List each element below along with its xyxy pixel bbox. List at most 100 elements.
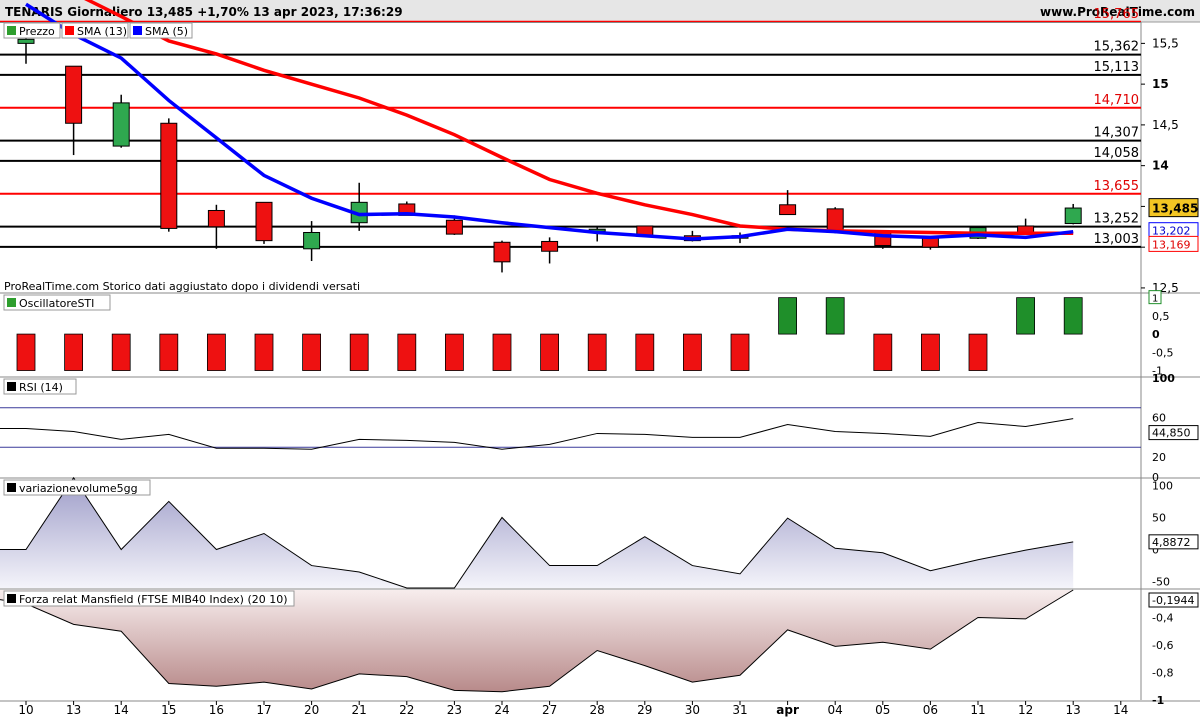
sma13-tag-label: 13,169 [1152,238,1191,251]
x-tick-label: 31 [732,703,747,717]
sti-tick-label: 0 [1152,328,1160,341]
candle-body [65,65,83,124]
price-tick-label: 15,5 [1152,36,1179,50]
sti-bar [159,333,179,371]
sti-bar [444,333,464,371]
x-tick-label: 12 [1018,703,1033,717]
candle-body [445,219,463,235]
x-tick-label: apr [776,703,799,717]
mansfield-swatch [7,594,16,603]
sti-bar [683,333,702,371]
vol-title: variazionevolume5gg [19,482,138,495]
level-label: 14,710 [1094,93,1140,108]
sti-bar [968,333,988,371]
vol-value-label: 4,8872 [1152,536,1191,549]
x-tick-label: 30 [685,703,700,717]
rsi-tick-label: 100 [1152,372,1175,385]
rsi-swatch [7,382,16,391]
x-tick-label: 24 [494,703,509,717]
price-tick-label: 15 [1152,77,1169,91]
mansfield-tick-label: -0,4 [1152,612,1173,625]
mansfield-tick-label: -0,6 [1152,639,1173,652]
vol-tick-label: 100 [1152,479,1173,492]
sti-bar [730,333,750,371]
x-tick-label: 20 [304,703,319,717]
x-tick-label: 23 [447,703,462,717]
rsi-tick-label: 60 [1152,412,1166,425]
candle-body [17,38,35,44]
header-title: TENARIS Giornaliero 13,485 +1,70% 13 apr… [5,5,403,19]
sti-value-label: 1 [1152,294,1158,305]
sti-bar [825,297,845,335]
sti-bar [64,333,83,371]
rsi-title: RSI (14) [19,381,63,394]
sti-bar [540,333,559,371]
x-tick-label: 06 [923,703,938,717]
sma5-tag-label: 13,202 [1152,225,1191,238]
legend-label: SMA (13) [77,25,127,38]
sti-bar [397,333,417,371]
sti-bar [349,333,369,371]
chart-stage: TENARIS Giornaliero 13,485 +1,70% 13 apr… [0,0,1200,720]
candle-body [1064,207,1082,225]
sti-swatch [7,298,16,307]
sti-bar [635,333,655,371]
x-tick-label: 11 [970,703,985,717]
vol-tick-label: -50 [1152,576,1170,589]
mansfield-tick-label: -0,8 [1152,667,1173,680]
price-footer-note: ProRealTime.com Storico dati aggiustato … [4,280,360,293]
x-tick-label: 14 [114,703,129,717]
sti-bar [921,333,940,371]
x-tick-label: 14 [1113,703,1128,717]
mansfield-tick-label: -1 [1152,694,1164,707]
rsi-tick-label: 20 [1152,451,1166,464]
price-tick-label: 14 [1152,159,1169,173]
x-tick-label: 13 [66,703,81,717]
sti-bar [254,333,274,371]
x-tick-label: 29 [637,703,652,717]
sti-tick-label: 0,5 [1152,310,1170,323]
legend-label: Prezzo [19,25,55,38]
sti-bar [1063,297,1083,335]
level-label: 13,655 [1094,179,1140,194]
sti-tick-label: -0,5 [1152,346,1173,359]
x-tick-label: 10 [18,703,33,717]
sti-bar [111,333,131,371]
x-tick-label: 04 [828,703,843,717]
legend-label: SMA (5) [145,25,188,38]
candle-body [493,241,511,263]
sti-bar [492,333,512,371]
vol-swatch [7,483,16,492]
level-label: 15,765 [1094,7,1140,22]
candle-body [160,122,178,229]
x-tick-label: 16 [209,703,224,717]
sti-bar [1016,297,1035,335]
level-label: 13,003 [1094,232,1140,247]
legend-swatch [133,26,142,35]
sti-bar [587,333,607,371]
level-label: 14,307 [1094,126,1140,141]
sti-bar [302,333,322,371]
x-tick-label: 17 [256,703,271,717]
price-tick-label: 14,5 [1152,118,1179,132]
vol-tick-label: 50 [1152,511,1166,524]
mansfield-title: Forza relat Mansfield (FTSE MIB40 Index)… [19,593,288,606]
legend-swatch [65,26,74,35]
legend-swatch [7,26,16,35]
x-tick-label: 13 [1066,703,1081,717]
sti-title: OscillatoreSTI [19,297,94,310]
candle-body [112,102,130,147]
candle-body [303,231,321,250]
candle-body [255,201,273,242]
sti-bar [206,333,226,371]
sti-bar [16,333,36,371]
x-tick-label: 15 [161,703,176,717]
candle-body [207,209,225,228]
rsi-value-label: 44,850 [1152,427,1191,440]
level-label: 15,362 [1094,40,1140,55]
candle-body [779,204,797,216]
level-label: 15,113 [1094,60,1140,75]
x-tick-label: 05 [875,703,890,717]
x-tick-label: 21 [352,703,367,717]
x-tick-label: 28 [590,703,605,717]
